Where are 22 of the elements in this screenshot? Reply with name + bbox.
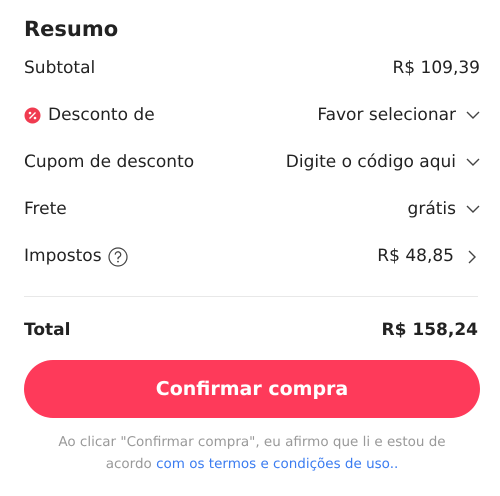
chevron-down-icon	[466, 158, 480, 167]
chevron-down-icon	[466, 205, 480, 214]
row-selector[interactable]: Digite o código aqui	[286, 150, 456, 176]
row-selector[interactable]: Favor selecionar	[317, 102, 456, 128]
total-label: Total	[24, 319, 70, 342]
terms-notice: Ao clicar "Confirmar compra", eu afirmo que li e estou de acordo com os termos e condições de uso..	[57, 433, 447, 474]
row-label: Frete	[24, 198, 67, 221]
row-label: Desconto de	[48, 104, 155, 127]
row-selector[interactable]: grátis	[408, 196, 456, 222]
chevron-down-icon	[466, 111, 480, 120]
total-value: R$ 158,24	[382, 319, 478, 342]
chevron-right-icon	[468, 250, 477, 264]
row-label: Subtotal	[24, 56, 96, 80]
summary-title: Resumo	[24, 16, 120, 43]
row-label: Impostos	[24, 244, 102, 268]
row-selector[interactable]: R$ 48,85	[377, 244, 454, 270]
confirm-purchase-button[interactable]: Confirmar compra	[24, 360, 480, 418]
terms-link[interactable]: com os termos e condições de uso..	[156, 456, 398, 472]
row-value: R$ 109,39	[392, 56, 480, 80]
row-label: Cupom de desconto	[24, 150, 194, 174]
help-icon[interactable]	[108, 246, 128, 266]
discount-badge-icon	[24, 107, 41, 124]
